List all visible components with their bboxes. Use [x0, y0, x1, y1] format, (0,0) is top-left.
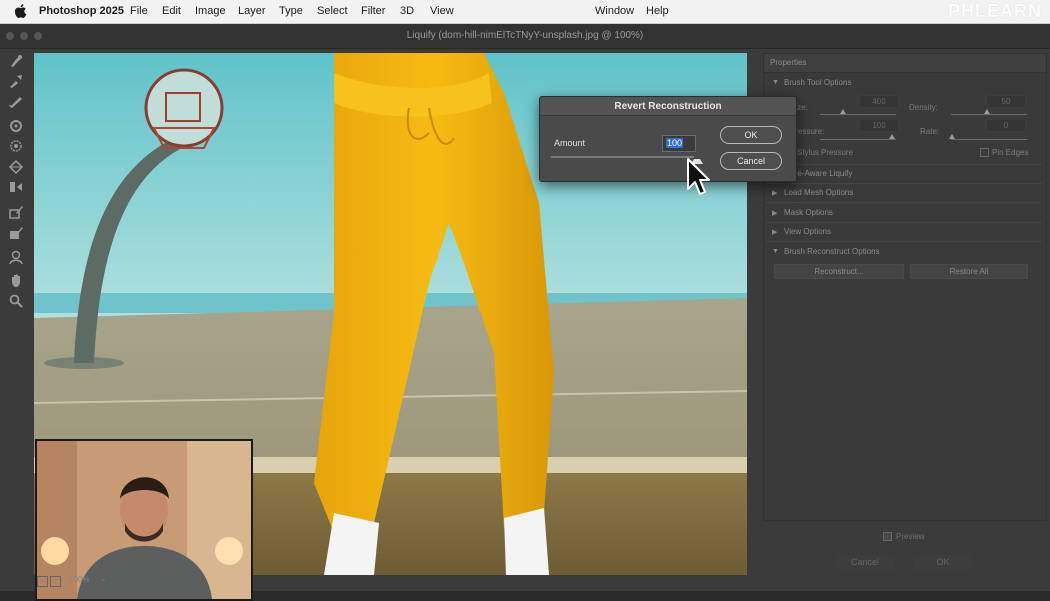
push-left-tool-icon[interactable] — [8, 179, 24, 195]
restore-all-button[interactable]: Restore All — [910, 264, 1028, 279]
amount-value: 100 — [666, 138, 684, 148]
smooth-tool-icon[interactable] — [8, 93, 24, 109]
section-view-options[interactable]: ▶ View Options — [766, 223, 1042, 242]
liquify-cancel-button[interactable]: Cancel — [836, 555, 894, 570]
panel-title: Properties — [770, 58, 807, 67]
menu-help[interactable]: Help — [646, 5, 669, 17]
zoom-tool-icon[interactable] — [8, 293, 24, 309]
amount-input[interactable]: 100 — [662, 135, 696, 152]
menu-view[interactable]: View — [430, 5, 454, 17]
menu-layer[interactable]: Layer — [238, 5, 266, 17]
pin-edges-label: Pin Edges — [992, 148, 1029, 157]
liquify-window: Liquify (dom-hill-nimElTcTNyY-unsplash.j… — [0, 24, 1050, 601]
size-slider-thumb[interactable] — [840, 109, 846, 114]
bloat-tool-icon[interactable] — [8, 159, 24, 175]
section-load-mesh[interactable]: ▶ Load Mesh Options — [766, 184, 1042, 203]
zoom-out-button[interactable]: − — [37, 576, 48, 587]
pressure-slider-thumb[interactable] — [889, 134, 895, 139]
menu-file[interactable]: File — [130, 5, 148, 17]
thaw-mask-tool-icon[interactable] — [8, 225, 24, 241]
section-label: View Options — [784, 227, 831, 236]
window-title: Liquify (dom-hill-nimElTcTNyY-unsplash.j… — [406, 30, 644, 41]
density-slider[interactable] — [951, 114, 1027, 115]
menu-window[interactable]: Window — [595, 5, 634, 17]
density-label: Density: — [909, 103, 938, 112]
pucker-tool-icon[interactable] — [8, 138, 24, 154]
triangle-right-icon: ▶ — [772, 190, 778, 197]
triangle-right-icon: ▶ — [772, 229, 778, 236]
menu-select[interactable]: Select — [317, 5, 348, 17]
section-mask-options[interactable]: ▶ Mask Options — [766, 204, 1042, 223]
status-bar: − + 100% ⌄ — [34, 574, 334, 588]
dialog-ok-button[interactable]: OK — [720, 126, 782, 144]
freeze-mask-tool-icon[interactable] — [8, 204, 24, 220]
properties-panel: Properties ▼ Brush Tool Options Size: 40… — [763, 53, 1047, 521]
amount-slider[interactable] — [551, 156, 694, 158]
section-label: Mask Options — [784, 208, 833, 217]
density-slider-thumb[interactable] — [984, 109, 990, 114]
mouse-cursor-icon — [687, 158, 710, 195]
section-label: Brush Tool Options — [784, 78, 852, 87]
rate-input[interactable]: 0 — [986, 119, 1026, 132]
menu-type[interactable]: Type — [279, 5, 303, 17]
menu-filter[interactable]: Filter — [361, 5, 385, 17]
rate-slider-thumb[interactable] — [949, 134, 955, 139]
density-input[interactable]: 50 — [986, 95, 1026, 108]
dialog-cancel-button[interactable]: Cancel — [720, 152, 782, 170]
zoom-in-button[interactable]: + — [50, 576, 61, 587]
chevron-down-icon[interactable]: ⌄ — [100, 574, 107, 583]
dialog-title: Revert Reconstruction — [614, 101, 722, 112]
panel-header: Properties — [764, 54, 1046, 73]
face-tool-icon[interactable] — [8, 249, 24, 265]
size-input[interactable]: 400 — [859, 95, 899, 108]
preview-label: Preview — [896, 532, 925, 541]
app-menu[interactable]: Photoshop 2025 — [39, 5, 124, 17]
menu-image[interactable]: Image — [195, 5, 226, 17]
dialog-header: Revert Reconstruction — [540, 97, 796, 116]
section-brush-reconstruct[interactable]: ▼ Brush Reconstruct Options — [766, 243, 1042, 261]
brand-watermark: PHLEARN — [947, 1, 1042, 21]
section-label: Brush Reconstruct Options — [784, 247, 880, 256]
liquify-ok-button[interactable]: OK — [914, 555, 972, 570]
menu-bar: Photoshop 2025 File Edit Image Layer Typ… — [0, 0, 1050, 24]
section-label: Load Mesh Options — [784, 188, 854, 197]
pin-edges-checkbox[interactable] — [980, 148, 989, 157]
revert-reconstruction-dialog: Revert Reconstruction Amount 100 OK Canc… — [539, 96, 797, 182]
menu-edit[interactable]: Edit — [162, 5, 181, 17]
pressure-slider[interactable] — [820, 139, 896, 140]
preview-checkbox[interactable] — [883, 532, 892, 541]
section-face-aware[interactable]: ▶ Face-Aware Liquify — [766, 164, 1042, 184]
triangle-down-icon: ▼ — [772, 248, 779, 255]
twirl-tool-icon[interactable] — [8, 118, 24, 134]
apple-logo-icon[interactable] — [13, 3, 27, 19]
menu-3d[interactable]: 3D — [400, 5, 414, 17]
triangle-right-icon: ▶ — [772, 210, 778, 217]
rate-label: Rate: — [920, 127, 940, 136]
size-slider[interactable] — [820, 114, 896, 115]
pressure-input[interactable]: 100 — [859, 119, 899, 132]
reconstruct-tool-icon[interactable] — [8, 73, 24, 89]
hand-tool-icon[interactable] — [8, 272, 24, 288]
triangle-down-icon: ▼ — [772, 79, 779, 86]
reconstruct-button[interactable]: Reconstruct... — [774, 264, 904, 279]
liquify-toolbar — [0, 49, 32, 591]
rate-slider[interactable] — [951, 139, 1027, 140]
forward-warp-tool-icon[interactable] — [8, 53, 24, 69]
window-titlebar: Liquify (dom-hill-nimElTcTNyY-unsplash.j… — [0, 24, 1050, 49]
stylus-pressure-label: Stylus Pressure — [797, 148, 854, 157]
section-brush-tool-options[interactable]: ▼ Brush Tool Options — [766, 74, 1042, 92]
amount-label: Amount — [554, 138, 586, 148]
zoom-level[interactable]: 100% — [69, 575, 89, 584]
